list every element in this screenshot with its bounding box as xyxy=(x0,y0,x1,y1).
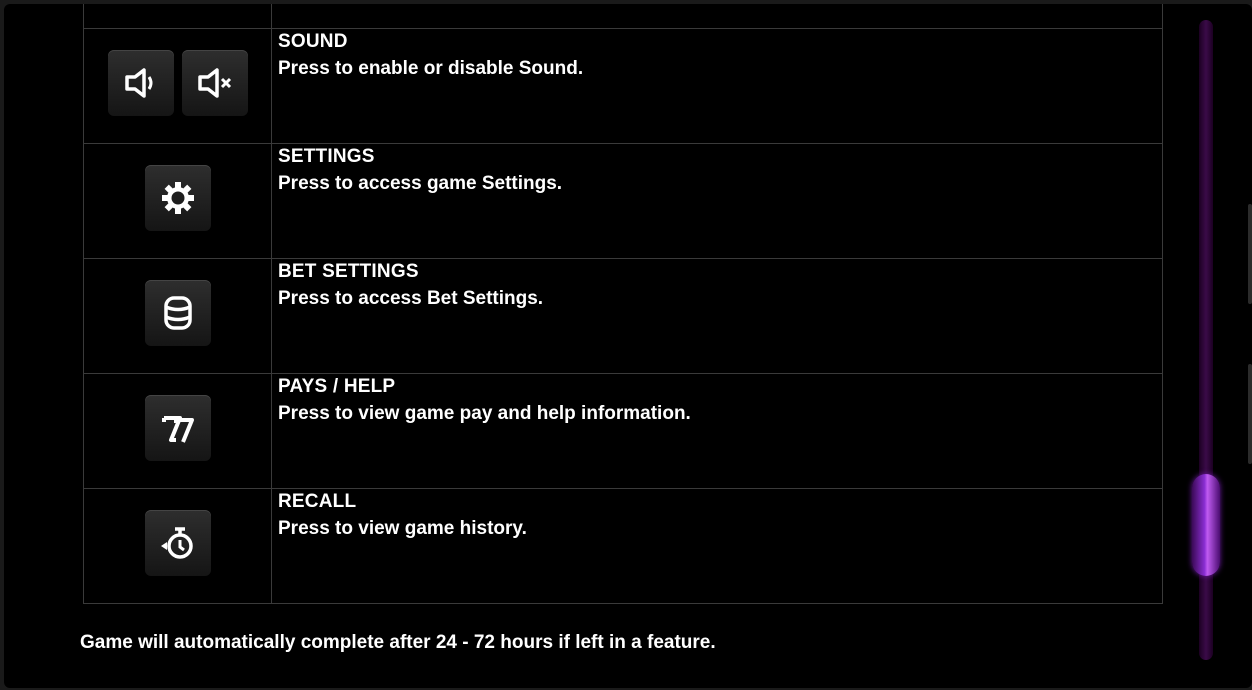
icon-cell xyxy=(84,144,272,258)
table-row-sound: SOUND Press to enable or disable Sound. xyxy=(84,29,1162,144)
table-row-settings: SETTINGS Press to access game Settings. xyxy=(84,144,1162,259)
row-description: Press to access Bet Settings. xyxy=(278,288,544,309)
controls-table: SOUND Press to enable or disable Sound. xyxy=(83,4,1163,604)
table-row-bet-settings: BET SETTINGS Press to access Bet Setting… xyxy=(84,259,1162,374)
row-title: RECALL xyxy=(278,491,357,512)
icon-cell xyxy=(84,259,272,373)
coin-stack-icon xyxy=(163,296,192,330)
table-row-recall: RECALL Press to view game history. xyxy=(84,489,1162,604)
table-row-pays-help: PAYS / HELP Press to view game pay and h… xyxy=(84,374,1162,489)
panel-edge-tab xyxy=(1248,204,1252,304)
scrollbar-thumb[interactable] xyxy=(1192,474,1220,576)
settings-button xyxy=(144,165,211,231)
row-description: Press to view game pay and help informat… xyxy=(278,403,691,424)
speaker-on-icon xyxy=(124,68,152,98)
icon-cell xyxy=(84,489,272,603)
row-title: BET SETTINGS xyxy=(278,261,419,282)
recall-button xyxy=(144,510,211,576)
icon-cell xyxy=(84,374,272,488)
icon-cell xyxy=(84,29,272,143)
row-title: SOUND xyxy=(278,31,348,52)
sevens-icon xyxy=(161,416,194,443)
sound-off-button xyxy=(181,50,248,116)
row-description: Press to enable or disable Sound. xyxy=(278,58,584,79)
sound-on-button xyxy=(107,50,174,116)
bet-settings-button xyxy=(144,280,211,346)
help-panel: SOUND Press to enable or disable Sound. xyxy=(4,4,1252,688)
pays-help-button xyxy=(144,395,211,461)
table-top-row xyxy=(84,4,1162,29)
panel-edge-tab xyxy=(1248,364,1252,464)
history-clock-icon xyxy=(160,527,193,559)
row-description: Press to view game history. xyxy=(278,518,527,539)
auto-complete-notice: Game will automatically complete after 2… xyxy=(80,632,716,653)
row-title: SETTINGS xyxy=(278,146,375,167)
speaker-mute-icon xyxy=(197,68,231,98)
row-description: Press to access game Settings. xyxy=(278,173,563,194)
gear-icon xyxy=(161,182,194,214)
row-title: PAYS / HELP xyxy=(278,376,396,397)
